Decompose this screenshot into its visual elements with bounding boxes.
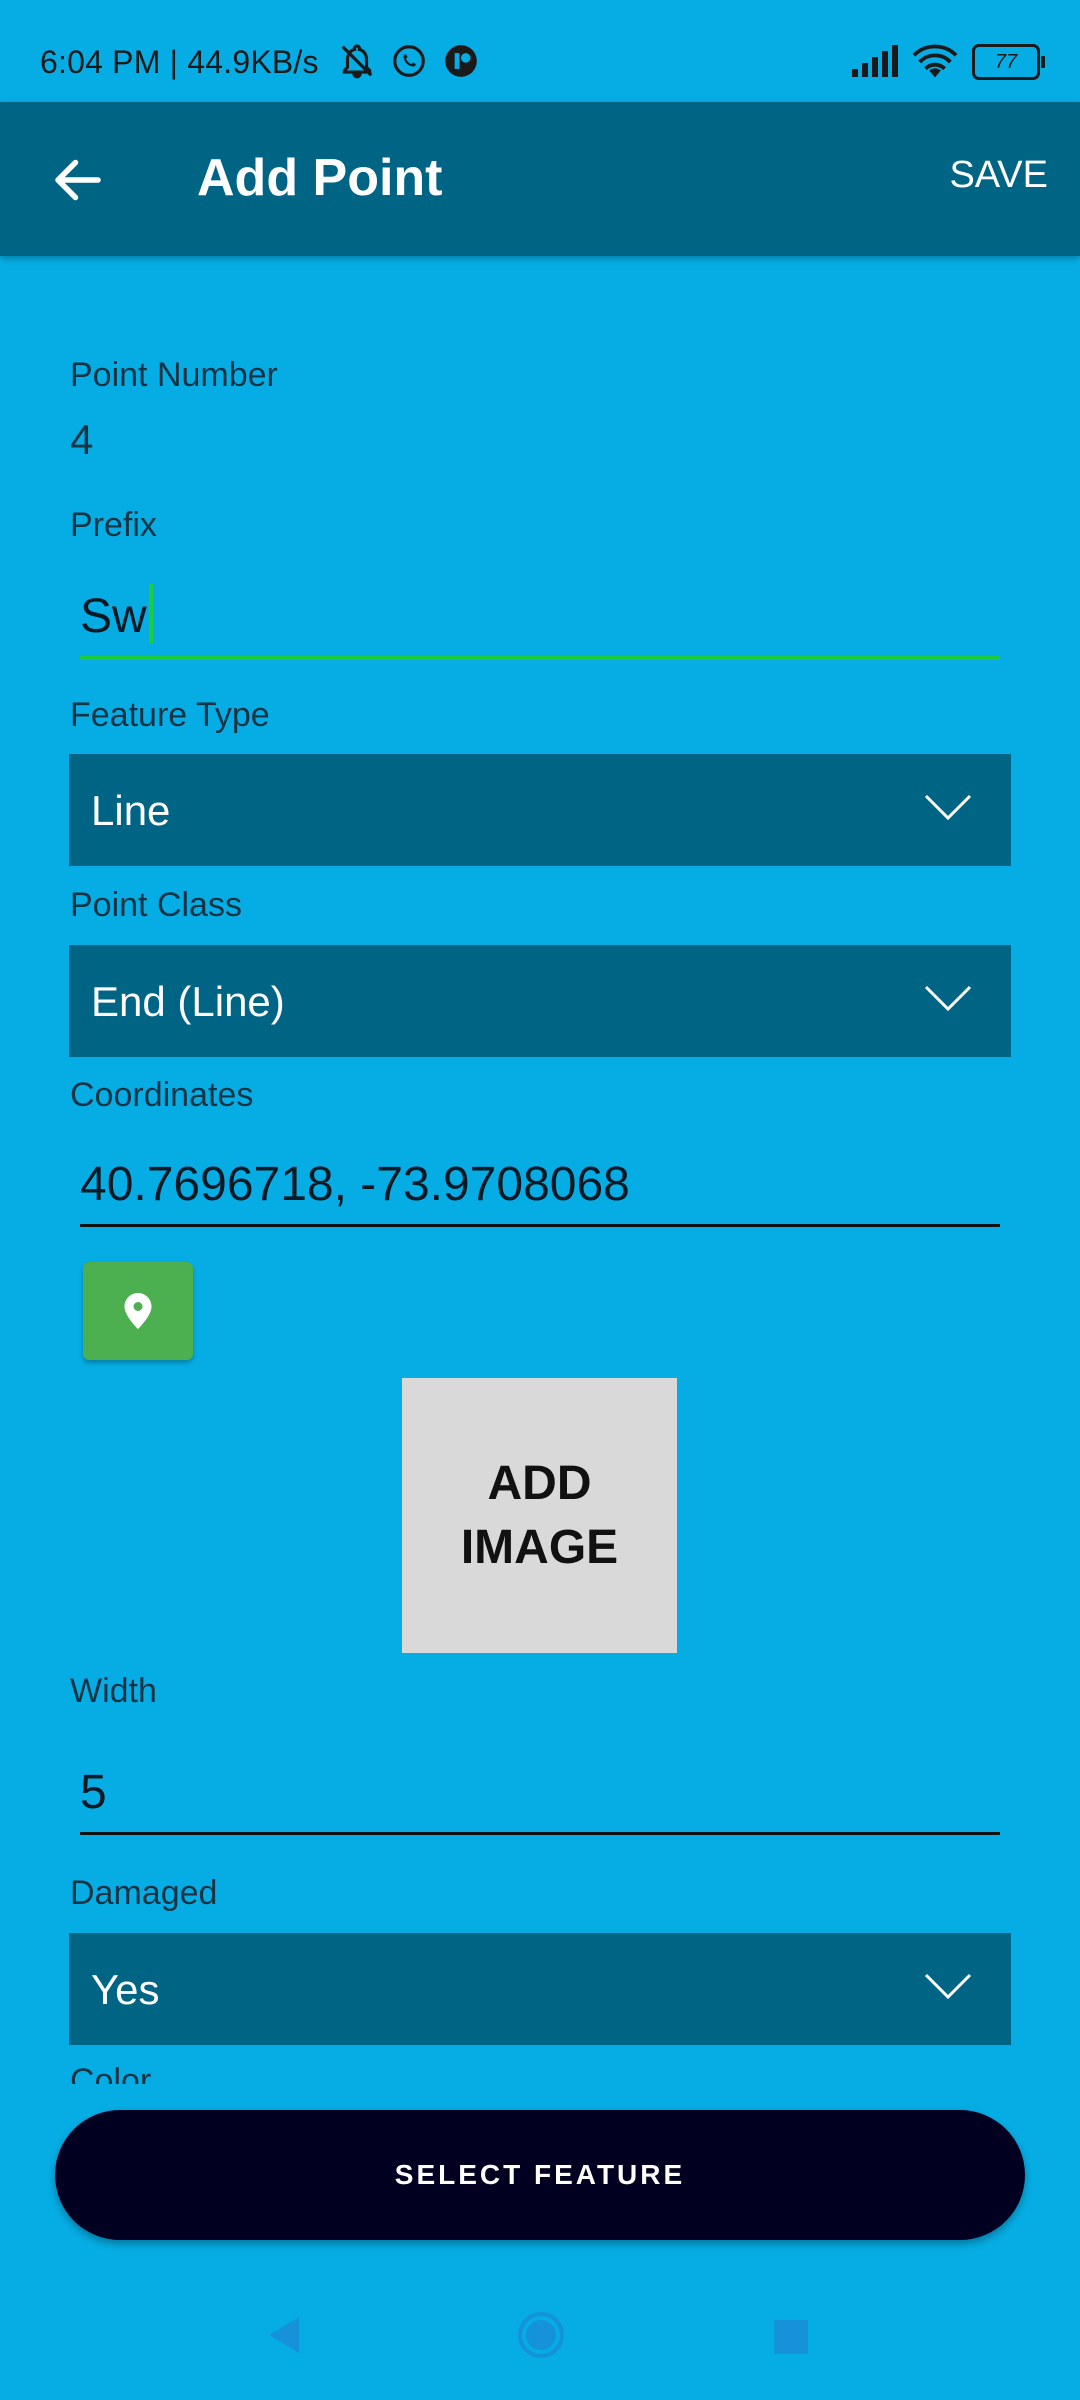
feature-type-value: Line xyxy=(91,787,171,834)
save-button[interactable]: SAVE xyxy=(949,154,1048,197)
damaged-dropdown[interactable]: Yes xyxy=(69,1933,1011,2045)
map-pin-icon xyxy=(124,1293,152,1329)
prefix-input-value: Sw xyxy=(80,590,147,643)
damaged-value: Yes xyxy=(91,1966,160,2013)
width-input[interactable]: 5 xyxy=(80,1760,1000,1835)
chevron-down-icon xyxy=(924,794,972,821)
whatsapp-icon xyxy=(393,45,425,77)
arrow-left-icon[interactable] xyxy=(48,150,108,210)
status-bar: 6:04 PM | 44.9KB/s 77 xyxy=(0,0,1080,102)
feature-type-label: Feature Type xyxy=(70,696,270,734)
battery-level: 77 xyxy=(994,50,1018,73)
add-image-label: ADD IMAGE xyxy=(460,1456,619,1574)
status-system-icons: 77 xyxy=(850,44,1045,80)
chevron-down-icon xyxy=(924,1973,972,2000)
select-feature-button[interactable]: SELECT FEATURE xyxy=(55,2110,1025,2240)
bell-off-icon xyxy=(341,44,373,79)
point-number-value: 4 xyxy=(70,416,94,463)
app-icon xyxy=(445,45,477,77)
coordinates-label: Coordinates xyxy=(70,1076,254,1114)
point-class-label: Point Class xyxy=(70,886,242,924)
status-time-speed: 6:04 PM | 44.9KB/s xyxy=(40,44,319,80)
chevron-down-icon xyxy=(924,985,972,1012)
battery-icon: 77 xyxy=(972,44,1045,80)
text-cursor xyxy=(148,584,153,644)
nav-home-icon[interactable] xyxy=(516,2310,566,2360)
get-location-button[interactable] xyxy=(83,1262,193,1360)
wifi-icon xyxy=(912,44,958,78)
signal-icon xyxy=(852,45,898,77)
prefix-label: Prefix xyxy=(70,506,157,544)
damaged-label: Damaged xyxy=(70,1874,218,1912)
select-feature-label: SELECT FEATURE xyxy=(394,2159,686,2190)
point-class-dropdown[interactable]: End (Line) xyxy=(69,945,1011,1057)
point-number-label: Point Number xyxy=(70,356,278,394)
point-class-value: End (Line) xyxy=(91,978,285,1025)
coordinates-input[interactable]: 40.7696718, -73.9708068 xyxy=(80,1152,1000,1227)
nav-recents-icon[interactable] xyxy=(774,2320,808,2354)
feature-type-dropdown[interactable]: Line xyxy=(69,754,1011,866)
page-title: Add Point xyxy=(197,149,443,207)
color-label: Color xyxy=(70,2062,152,2084)
prefix-input[interactable]: Sw xyxy=(80,584,1000,660)
width-value: 5 xyxy=(80,1766,107,1819)
nav-back-icon[interactable] xyxy=(265,2315,301,2355)
add-image-button[interactable]: ADD IMAGE xyxy=(402,1378,677,1653)
width-label: Width xyxy=(70,1672,157,1710)
status-notification-icons xyxy=(338,42,480,80)
system-nav-bar xyxy=(0,2270,1080,2400)
app-bar: Add Point SAVE xyxy=(0,102,1080,256)
coordinates-value: 40.7696718, -73.9708068 xyxy=(80,1158,630,1211)
